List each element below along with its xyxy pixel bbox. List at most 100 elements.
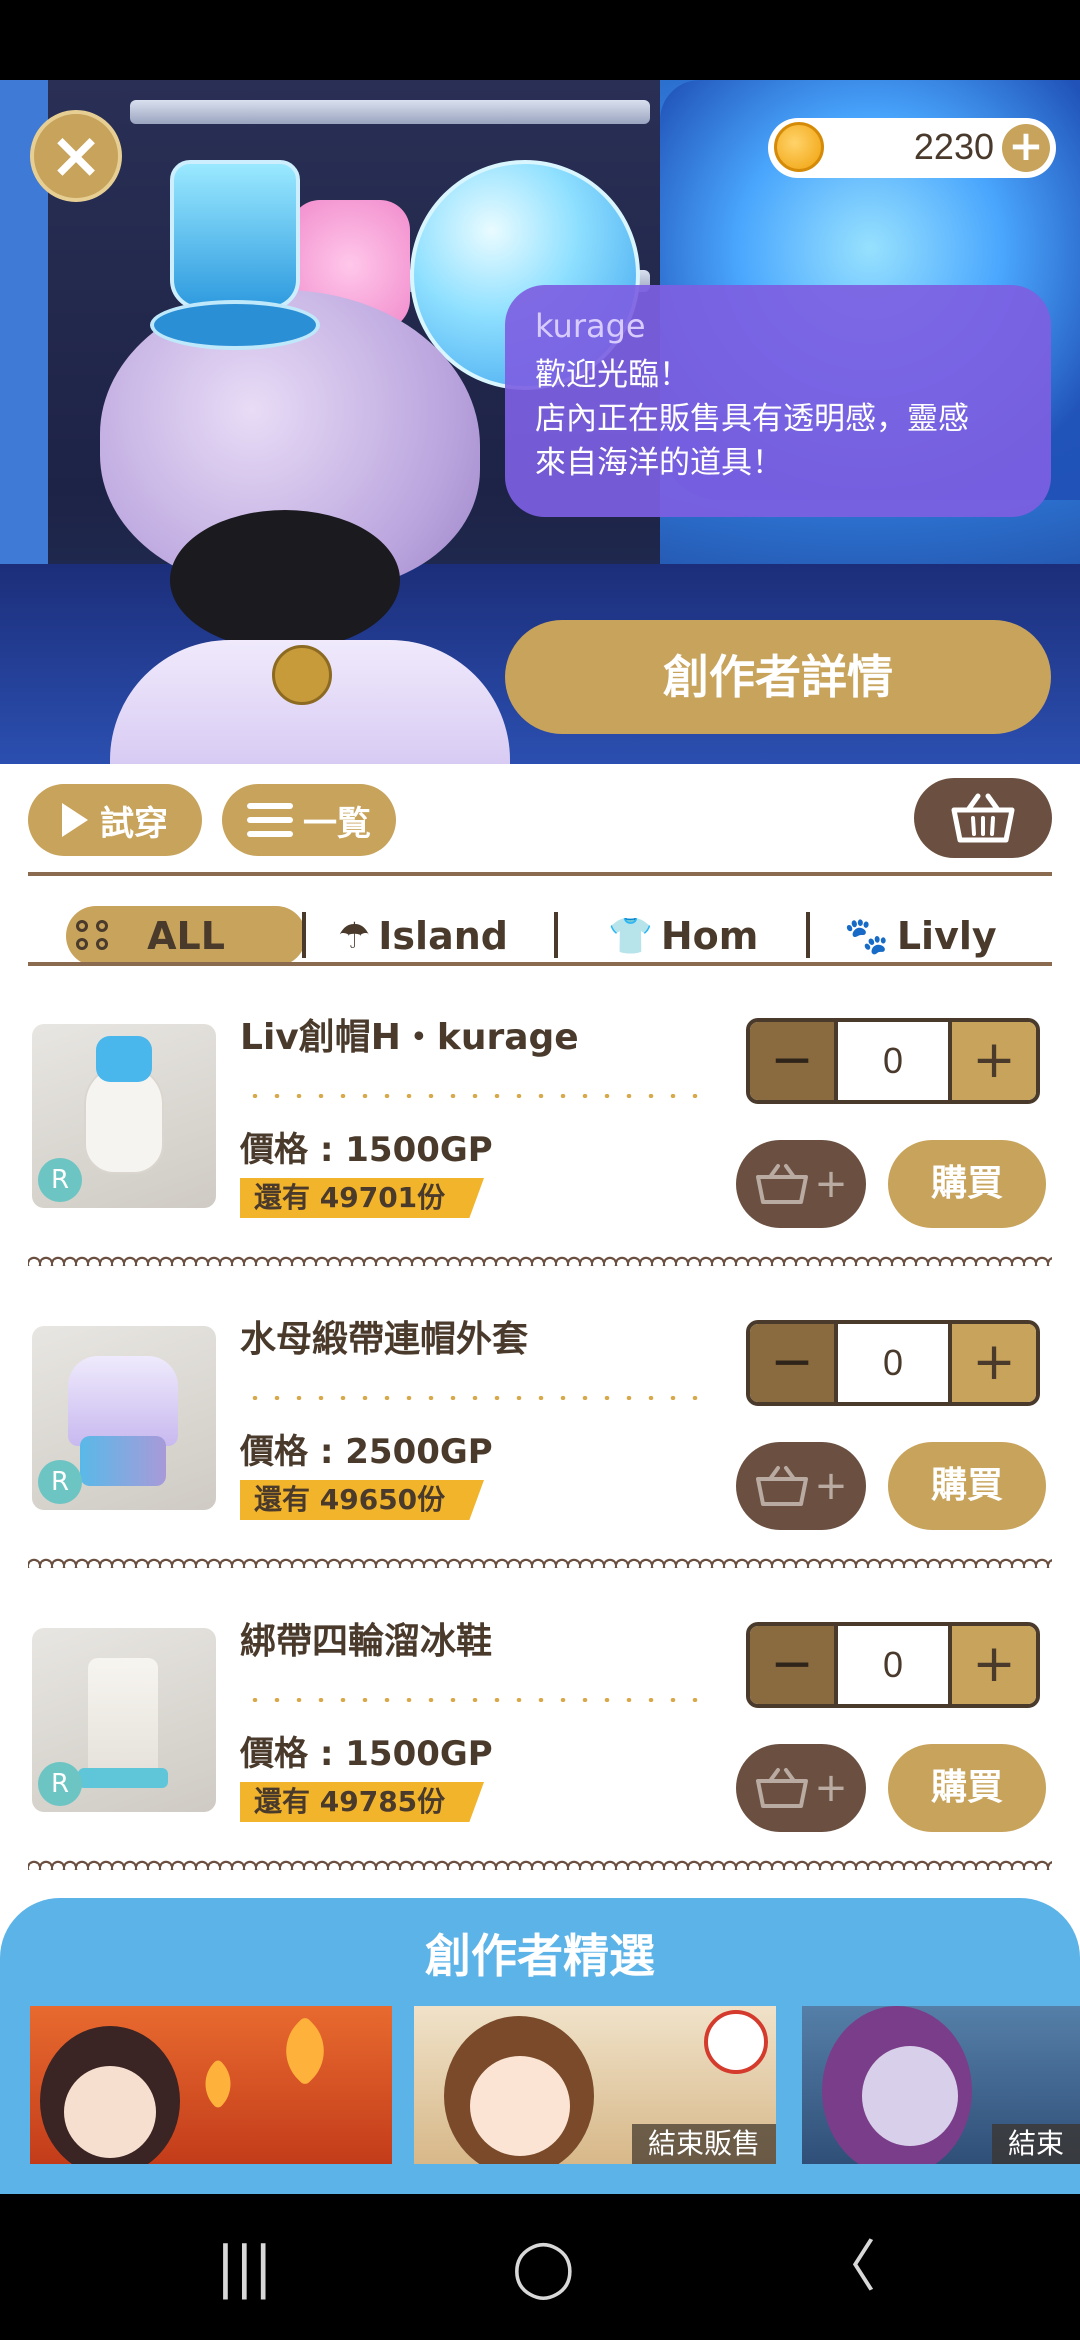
product-price: 價格 : 1500GP: [240, 1734, 493, 1774]
product-price: 價格 : 2500GP: [240, 1432, 493, 1472]
speech-message: 歡迎光臨！ 店內正在販售具有透明感，靈感 來自海洋的道具！: [535, 357, 969, 481]
play-icon: [62, 803, 88, 837]
product-name: Liv創帽H・kurage: [240, 1017, 579, 1058]
filter-label: Hom: [660, 914, 759, 958]
back-button[interactable]: 〈: [820, 2240, 876, 2296]
divider: [28, 962, 1052, 966]
creator-pick-card[interactable]: 結束: [802, 2006, 1080, 2164]
island-icon: ☂: [338, 915, 371, 957]
grid-dots-icon: [76, 920, 112, 952]
character-head: [170, 510, 400, 650]
dotted-divider: [244, 1396, 714, 1400]
list-view-label: 一覧: [303, 803, 371, 844]
quantity-stepper: − 0 +: [746, 1622, 1040, 1708]
filter-separator: [806, 912, 810, 958]
add-to-cart-button[interactable]: +: [736, 1140, 866, 1228]
glass-shelf: [130, 100, 650, 124]
character-face: [862, 2046, 958, 2146]
add-to-cart-button[interactable]: +: [736, 1442, 866, 1530]
quantity-value: 0: [834, 1022, 952, 1100]
dotted-divider: [244, 1094, 714, 1098]
filter-tab-all[interactable]: ALL: [66, 906, 306, 966]
filter-label: ALL: [147, 914, 225, 958]
buy-button[interactable]: 購買: [888, 1744, 1046, 1832]
product-price: 價格 : 1500GP: [240, 1130, 493, 1170]
decrease-button[interactable]: −: [750, 1324, 834, 1402]
recent-apps-button[interactable]: |||: [216, 2240, 273, 2296]
try-on-button[interactable]: 試穿: [28, 784, 202, 856]
decrease-button[interactable]: −: [750, 1022, 834, 1100]
buy-button[interactable]: 購買: [888, 1442, 1046, 1530]
quantity-stepper: − 0 +: [746, 1018, 1040, 1104]
wavy-divider: [28, 1252, 1052, 1266]
home-button[interactable]: ◯: [512, 2240, 575, 2296]
wavy-divider: [28, 1554, 1052, 1568]
wavy-divider: [28, 1856, 1052, 1870]
divider: [28, 872, 1052, 876]
creator-pick-card[interactable]: 結束販售: [414, 2006, 776, 2164]
sale-ended-tag: 結束: [991, 2124, 1080, 2164]
basket-icon: [951, 793, 1015, 843]
creator-details-button[interactable]: 創作者詳情: [505, 620, 1051, 734]
basket-icon: [756, 1768, 809, 1808]
product-thumbnail[interactable]: R: [32, 1326, 216, 1510]
sale-ended-tag: 結束販售: [631, 2124, 776, 2164]
maple-leaf-decoration: [192, 2058, 244, 2110]
buy-button[interactable]: 購買: [888, 1140, 1046, 1228]
coin-balance: 2230 +: [768, 118, 1056, 178]
list-view-button[interactable]: 一覧: [222, 784, 396, 856]
creator-picks-section: 創作者精選 結束販售 結束: [0, 1898, 1080, 2194]
product-name: 綁帶四輪溜冰鞋: [240, 1621, 493, 1662]
quantity-stepper: − 0 +: [746, 1320, 1040, 1406]
stock-badge: 還有 49701份: [240, 1178, 484, 1218]
rarity-badge: R: [38, 1762, 82, 1806]
close-icon: ×: [49, 119, 103, 193]
creator-pick-card[interactable]: [30, 2006, 392, 2164]
product-thumbnail[interactable]: R: [32, 1628, 216, 1812]
section-title: 創作者精選: [425, 1929, 655, 1983]
filter-tab-island[interactable]: ☂ Island: [338, 906, 508, 966]
increase-button[interactable]: +: [952, 1626, 1036, 1704]
increase-button[interactable]: +: [952, 1022, 1036, 1100]
character-face: [470, 2056, 570, 2156]
filter-tab-livly[interactable]: 🐾 Livly: [844, 906, 997, 966]
quantity-value: 0: [834, 1626, 952, 1704]
status-bar: [0, 0, 1080, 80]
coin-icon: [774, 122, 824, 172]
product-thumbnail[interactable]: R: [32, 1024, 216, 1208]
product-row: R Liv創帽H・kurage 價格 : 1500GP 還有 49701份 − …: [0, 972, 1080, 1272]
filter-tab-hom[interactable]: 👕 Hom: [608, 906, 758, 966]
stock-badge: 還有 49785份: [240, 1782, 484, 1822]
list-icon: [247, 803, 293, 837]
shirt-icon: 👕: [608, 916, 653, 957]
stock-badge: 還有 49650份: [240, 1480, 484, 1520]
coin-amount: 2230: [913, 126, 994, 167]
try-on-label: 試穿: [100, 803, 168, 844]
category-filter: ALL ☂ Island 👕 Hom 🐾 Livly: [28, 894, 1052, 984]
basket-icon: [756, 1466, 809, 1506]
close-button[interactable]: ×: [30, 110, 122, 202]
rarity-badge: R: [38, 1460, 82, 1504]
cart-button[interactable]: [914, 778, 1052, 858]
decrease-button[interactable]: −: [750, 1626, 834, 1704]
speaker-name: kurage: [535, 307, 646, 345]
filter-separator: [302, 912, 306, 958]
character-medal: [272, 645, 332, 705]
treasure-stamp-icon: [704, 2010, 768, 2074]
add-coins-button[interactable]: +: [1002, 124, 1050, 172]
livly-icon: 🐾: [844, 916, 889, 957]
filter-label: Island: [378, 914, 508, 958]
plus-icon: +: [814, 1161, 848, 1207]
dotted-divider: [244, 1698, 714, 1702]
character-hat: [150, 160, 320, 370]
basket-icon: [756, 1164, 809, 1204]
maple-leaf-decoration: [269, 2015, 341, 2087]
product-row: R 綁帶四輪溜冰鞋 價格 : 1500GP 還有 49785份 − 0 + + …: [0, 1576, 1080, 1876]
character-face: [64, 2066, 156, 2158]
plus-icon: +: [814, 1463, 848, 1509]
plus-icon: +: [814, 1765, 848, 1811]
quantity-value: 0: [834, 1324, 952, 1402]
product-name: 水母緞帶連帽外套: [240, 1319, 529, 1360]
increase-button[interactable]: +: [952, 1324, 1036, 1402]
add-to-cart-button[interactable]: +: [736, 1744, 866, 1832]
